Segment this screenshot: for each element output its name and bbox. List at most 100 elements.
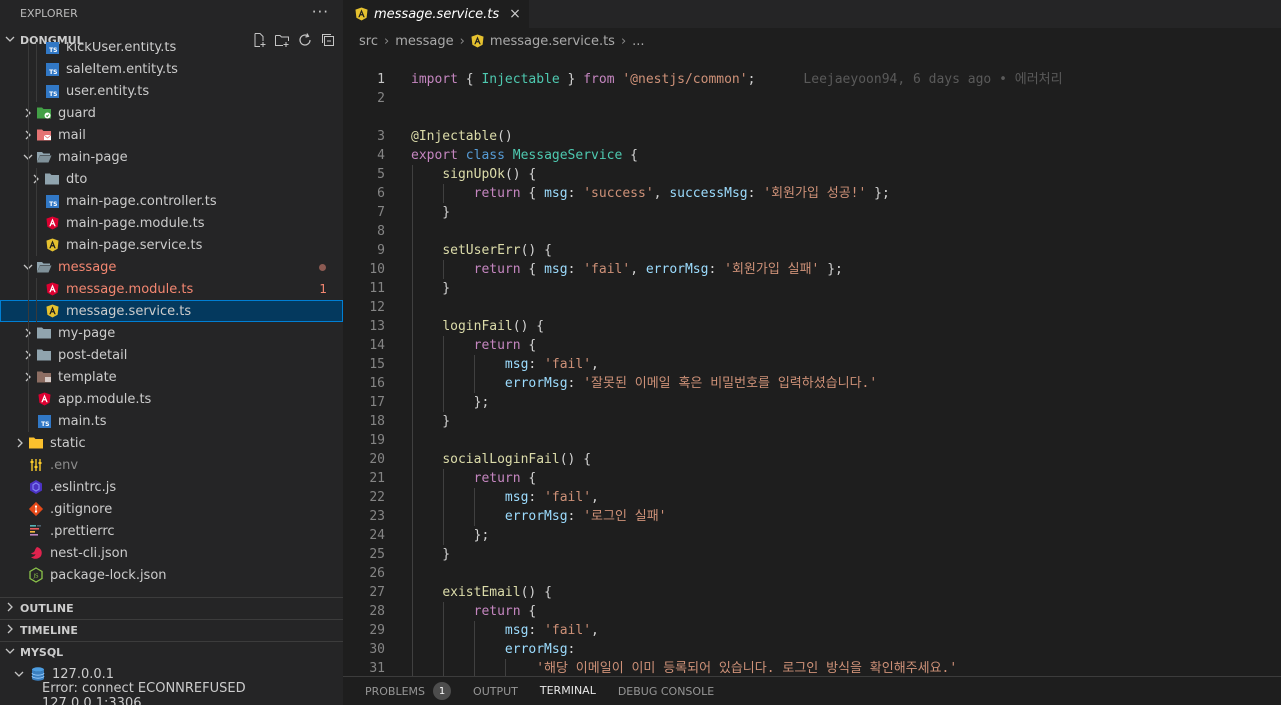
- tree-item[interactable]: message.service.ts: [0, 300, 343, 322]
- line-number: 28: [369, 604, 385, 619]
- tree-item[interactable]: main-page.module.ts: [0, 212, 343, 234]
- outline-label: OUTLINE: [20, 602, 74, 615]
- static-folder-icon: [28, 435, 44, 451]
- tree-item[interactable]: my-page: [0, 322, 343, 344]
- close-icon[interactable]: ×: [509, 6, 521, 22]
- code-token: return: [473, 186, 521, 201]
- panel-tab-problems[interactable]: PROBLEMS 1: [365, 677, 452, 705]
- panel-tab-label: PROBLEMS: [365, 684, 426, 698]
- file-tree: TS kickUser.entity.ts TS saleItem.entity.ts…: [0, 42, 343, 596]
- editor-area: message.service.ts × src › message › mes…: [343, 0, 1281, 705]
- code-line: 10 return { msg: 'fail', errorMsg: '회원가입…: [343, 260, 1281, 279]
- mysql-section-header[interactable]: MYSQL: [0, 641, 343, 663]
- indent-guide: [28, 80, 29, 102]
- code-token: return: [473, 338, 521, 353]
- line-number: 16: [369, 376, 385, 391]
- code-line: 12: [343, 298, 1281, 317]
- timeline-label: TIMELINE: [20, 624, 78, 637]
- tree-item[interactable]: static: [0, 432, 343, 454]
- breadcrumb-src[interactable]: src: [359, 34, 378, 49]
- tree-item[interactable]: .prettierrc: [0, 520, 343, 542]
- code-token: export: [411, 148, 458, 163]
- code-token: }: [559, 72, 584, 87]
- indent-guide: [36, 168, 37, 190]
- tree-item[interactable]: message.module.ts 1: [0, 278, 343, 300]
- tree-item[interactable]: mail: [0, 124, 343, 146]
- code-token: {: [520, 471, 537, 486]
- code-line: 21 return {: [343, 469, 1281, 488]
- indent-guide: [36, 190, 37, 212]
- panel-tab-debug-console[interactable]: DEBUG CONSOLE: [618, 677, 714, 705]
- code-token: successMsg: [669, 186, 748, 201]
- sidebar-bottom-sections: OUTLINE TIMELINE MYSQL 127.0.0.1 Error: …: [0, 597, 343, 705]
- tree-item[interactable]: main-page: [0, 146, 343, 168]
- breadcrumb-file[interactable]: message.service.ts: [490, 34, 615, 49]
- timeline-section-header[interactable]: TIMELINE: [0, 619, 343, 641]
- line-number: 27: [369, 585, 385, 600]
- code-line: 28 return {: [343, 602, 1281, 621]
- mail-folder-icon: [36, 127, 52, 143]
- tree-item-label: post-detail: [58, 347, 128, 363]
- tree-item[interactable]: TS user.entity.ts: [0, 80, 343, 102]
- code-token: msg: [544, 262, 568, 277]
- code-content: '해당 이메일이 이미 등록되어 있습니다. 로그인 방식을 확인해주세요.': [411, 659, 957, 676]
- tree-item[interactable]: dto: [0, 168, 343, 190]
- tab-message-service[interactable]: message.service.ts ×: [343, 0, 529, 28]
- code-line: 20 socialLoginFail() {: [343, 450, 1281, 469]
- line-number: 8: [377, 224, 385, 239]
- tree-item[interactable]: .env: [0, 454, 343, 476]
- panel-tab-terminal[interactable]: TERMINAL: [539, 677, 596, 705]
- code-token: @Injectable: [411, 129, 498, 144]
- code-token: '로그인 실패': [583, 509, 667, 524]
- code-token: ,: [591, 357, 599, 372]
- angular-module-icon: [44, 281, 60, 297]
- indent-guide: [36, 300, 37, 322]
- tree-item-label: message.module.ts: [66, 281, 194, 297]
- code-content: msg: 'fail',: [411, 355, 599, 374]
- tree-item[interactable]: main-page.service.ts: [0, 234, 343, 256]
- code-token: ,: [630, 262, 646, 277]
- code-line: 26: [343, 564, 1281, 583]
- tree-item[interactable]: guard: [0, 102, 343, 124]
- chevron-right-icon: [0, 624, 20, 637]
- breadcrumb-message[interactable]: message: [395, 34, 453, 49]
- code-token: :: [567, 262, 584, 277]
- tab-label: message.service.ts: [374, 6, 500, 22]
- tree-item[interactable]: TS main.ts: [0, 410, 343, 432]
- breadcrumb-symbols[interactable]: ...: [632, 34, 644, 49]
- tree-item[interactable]: app.module.ts: [0, 388, 343, 410]
- tree-item[interactable]: template: [0, 366, 343, 388]
- tree-item[interactable]: message: [0, 256, 343, 278]
- code-content: loginFail() {: [411, 317, 544, 336]
- more-actions-icon[interactable]: ···: [312, 3, 329, 21]
- tree-item[interactable]: TS main-page.controller.ts: [0, 190, 343, 212]
- code-editor[interactable]: 1 import { Injectable } from '@nestjs/com…: [343, 70, 1281, 676]
- line-number: 31: [369, 661, 385, 676]
- tree-item-label: package-lock.json: [50, 567, 167, 583]
- typescript-file-icon: TS: [44, 193, 60, 209]
- outline-section-header[interactable]: OUTLINE: [0, 597, 343, 619]
- tree-item[interactable]: TS kickUser.entity.ts: [0, 42, 343, 58]
- code-content: msg: 'fail',: [411, 621, 599, 640]
- tree-item[interactable]: post-detail: [0, 344, 343, 366]
- tree-item[interactable]: nest-cli.json: [0, 542, 343, 564]
- tree-item[interactable]: .gitignore: [0, 498, 343, 520]
- tree-item[interactable]: TS saleItem.entity.ts: [0, 58, 343, 80]
- line-number: 20: [369, 452, 385, 467]
- code-token: 'fail': [544, 490, 592, 505]
- code-token: '회원가입 성공!': [763, 186, 867, 201]
- panel-tab-output[interactable]: OUTPUT: [473, 677, 518, 705]
- code-content: msg: 'fail',: [411, 488, 599, 507]
- tree-item[interactable]: .eslintrc.js: [0, 476, 343, 498]
- line-number: 17: [369, 395, 385, 410]
- indent-guide: [28, 102, 29, 124]
- indent-guide: [28, 300, 29, 322]
- code-token: errorMsg: [504, 642, 568, 657]
- tree-item[interactable]: JS package-lock.json: [0, 564, 343, 586]
